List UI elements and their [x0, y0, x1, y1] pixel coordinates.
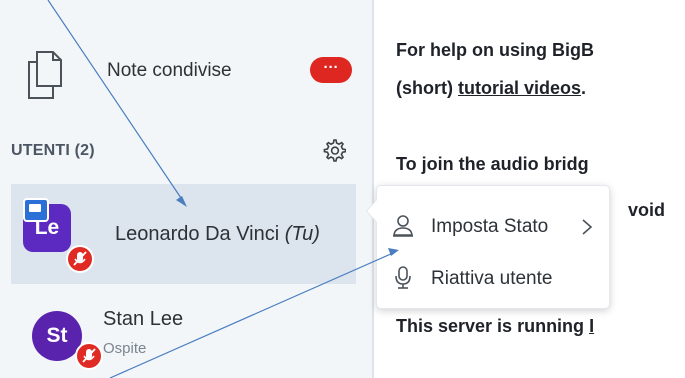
- notes-badge: ···: [310, 57, 352, 83]
- chevron-right-icon: [582, 219, 593, 235]
- shared-notes-icon: [28, 51, 62, 99]
- welcome-line-4: void: [628, 200, 666, 220]
- user-list-sidebar: Note condivise ··· UTENTI (2) Le Leonard…: [0, 0, 372, 378]
- user-context-menu: Imposta Stato Riattiva utente: [367, 185, 610, 309]
- tutorial-videos-link[interactable]: tutorial videos: [458, 78, 581, 98]
- user-name: Stan Lee: [103, 308, 184, 330]
- welcome-line-2: (short) tutorial videos.: [396, 78, 587, 98]
- unmute-user-label: Riattiva utente: [431, 268, 553, 289]
- microphone-muted-icon: [75, 342, 103, 370]
- panel-divider: [372, 0, 374, 378]
- user-name: Leonardo Da Vinci (Tu): [115, 223, 320, 245]
- welcome-line-3: To join the audio bridg: [396, 154, 589, 174]
- set-status-menu-item[interactable]: Imposta Stato: [377, 206, 609, 248]
- you-label: (Tu): [284, 223, 320, 245]
- presenter-icon: [23, 198, 49, 222]
- welcome-line-5: This server is running I: [396, 316, 595, 336]
- set-status-label: Imposta Stato: [431, 216, 549, 237]
- gear-icon[interactable]: [322, 138, 346, 162]
- welcome-line-1: For help on using BigB: [396, 40, 594, 60]
- microphone-muted-icon: [66, 245, 94, 273]
- shared-notes-item[interactable]: Note condivise ···: [0, 40, 372, 100]
- microphone-icon: [395, 266, 411, 289]
- user-status-icon: [393, 215, 413, 237]
- user-list-item-leonardo[interactable]: Le Leonardo Da Vinci (Tu): [11, 184, 356, 284]
- menu-pointer: [367, 200, 377, 222]
- unmute-user-menu-item[interactable]: Riattiva utente: [377, 258, 609, 300]
- shared-notes-label: Note condivise: [107, 60, 232, 81]
- server-link[interactable]: I: [589, 316, 594, 336]
- user-role: Ospite: [103, 340, 147, 357]
- users-header: UTENTI (2): [11, 142, 95, 159]
- user-list-item-stan[interactable]: St Stan Lee Ospite: [11, 296, 356, 370]
